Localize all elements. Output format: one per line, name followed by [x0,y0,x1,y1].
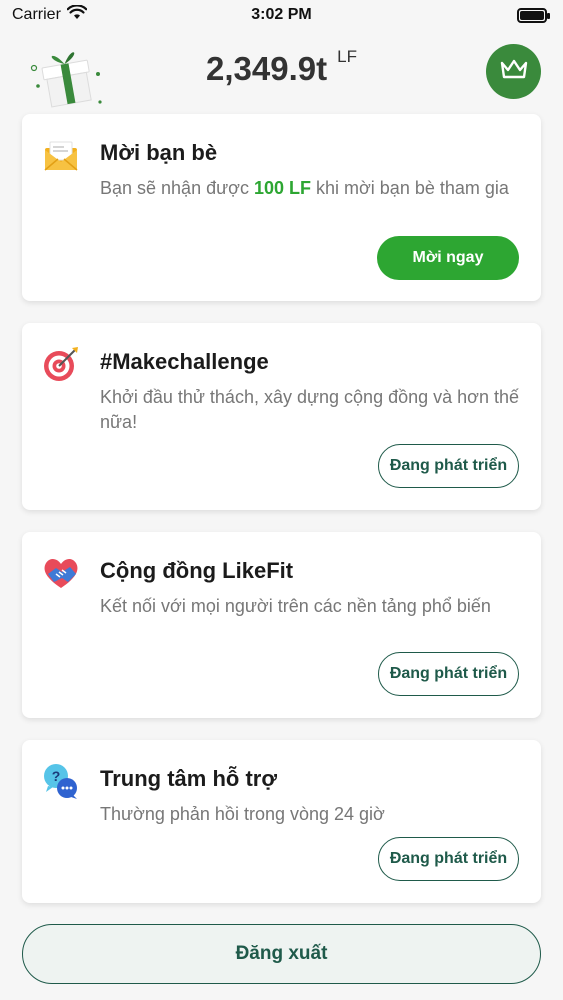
balance-value: 2,349.9t [206,50,328,87]
invite-desc-suffix: khi mời bạn bè tham gia [310,178,509,198]
wifi-icon [66,4,88,25]
envelope-icon [42,136,80,174]
makechallenge-title: #Makechallenge [100,349,269,374]
target-icon [42,345,80,383]
community-status-button[interactable]: Đang phát triển [378,652,519,696]
status-bar: Carrier 3:02 PM [0,0,563,30]
screen: Carrier 3:02 PM 2,349.9t LF Mời bạn bè B… [0,0,563,1000]
status-left: Carrier [12,4,88,25]
invite-now-button[interactable]: Mời ngay [377,236,519,280]
battery-icon [517,7,550,23]
invite-reward-amount: 100 LF [253,178,311,198]
carrier-label: Carrier [12,6,61,23]
support-status-button[interactable]: Đang phát triển [378,837,519,881]
help-chat-icon: ? [42,762,80,800]
community-desc: Kết nối với mọi người trên các nền tảng … [100,596,491,616]
header: 2,349.9t LF [0,30,563,110]
support-title: Trung tâm hỗ trợ [100,766,277,791]
support-card: ? Trung tâm hỗ trợ Thường phản hồi trong… [22,740,541,903]
community-title: Cộng đồng LikeFit [100,558,294,583]
invite-friends-card: Mời bạn bè Bạn sẽ nhận được 100 LF khi m… [22,114,541,301]
handshake-heart-icon [42,554,80,592]
makechallenge-desc: Khởi đầu thử thách, xây dựng cộng đồng v… [100,387,519,432]
makechallenge-card: #Makechallenge Khởi đầu thử thách, xây d… [22,323,541,510]
invite-friends-desc: Bạn sẽ nhận được 100 LF khi mời bạn bè t… [100,176,521,201]
community-card: Cộng đồng LikeFit Kết nối với mọi người … [22,532,541,718]
makechallenge-status-button[interactable]: Đang phát triển [378,444,519,488]
invite-friends-title: Mời bạn bè [100,140,218,165]
svg-text:?: ? [52,768,61,784]
premium-button[interactable] [486,44,541,99]
balance-display: 2,349.9t LF [0,47,563,88]
invite-desc-prefix: Bạn sẽ nhận được [100,178,254,198]
logout-button[interactable]: Đăng xuất [22,924,541,984]
balance-unit: LF [337,47,357,66]
support-desc: Thường phản hồi trong vòng 24 giờ [100,804,385,824]
crown-icon [500,59,528,84]
